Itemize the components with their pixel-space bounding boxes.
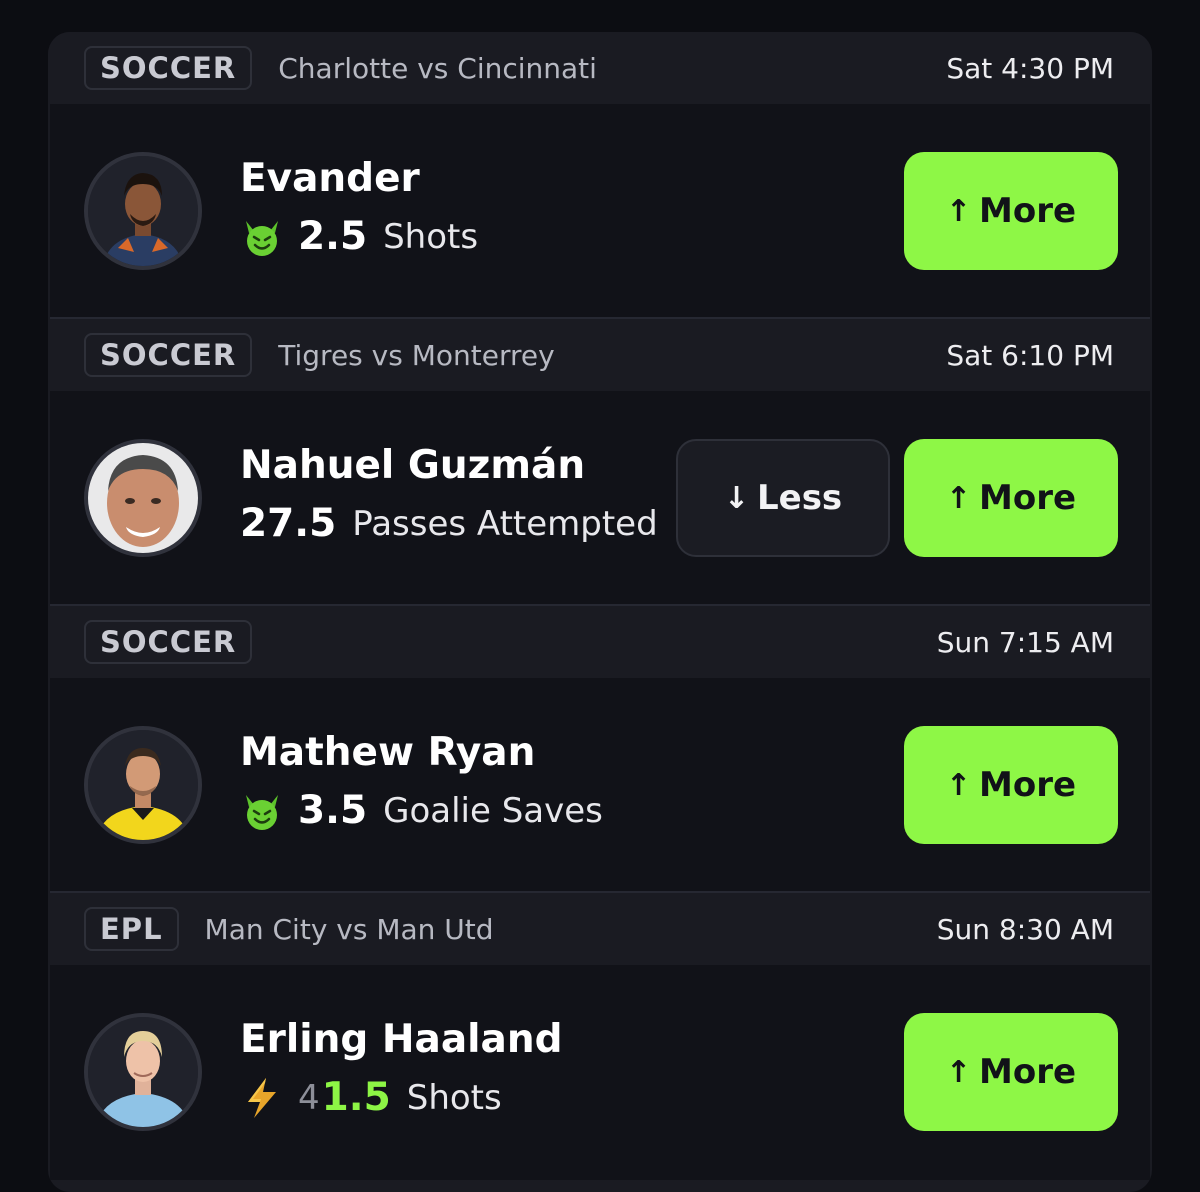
less-label: Less [756, 478, 843, 518]
projection: 4 1.5 Shots [240, 1075, 502, 1120]
card-body[interactable]: Mathew Ryan 3.5 Goalie Saves ↑ More [50, 678, 1150, 893]
player-avatar [84, 726, 202, 844]
player-name: Erling Haaland [240, 1017, 563, 1062]
more-label: More [979, 478, 1077, 518]
game-time: Sat 4:30 PM [946, 51, 1114, 85]
arrow-up-icon: ↑ [945, 480, 972, 516]
card-body[interactable]: Nahuel Guzmán 27.5 Passes Attempted ↓ Le… [50, 391, 1150, 606]
stat-type: Goalie Saves [383, 790, 603, 831]
arrow-up-icon: ↑ [945, 1054, 972, 1090]
stat-type: Passes Attempted [352, 503, 658, 544]
pick-card: SOCCER Tigres vs Monterrey Sat 6:10 PM N… [48, 319, 1152, 606]
lightning-icon [248, 1077, 276, 1118]
pick-list: SOCCER Charlotte vs Cincinnati Sat 4:30 … [48, 32, 1152, 1192]
arrow-down-icon: ↓ [723, 480, 749, 516]
player-avatar [84, 439, 202, 557]
arrow-up-icon: ↑ [945, 767, 972, 803]
pick-card: SOCCER Sun 7:15 AM Mathew Ryan 3.5 Goali… [48, 606, 1152, 893]
stat-type: Shots [383, 216, 479, 257]
more-button[interactable]: ↑ More [904, 152, 1118, 270]
stat-type: Shots [406, 1077, 502, 1118]
line-value: 2.5 [298, 214, 368, 259]
more-button[interactable]: ↑ More [904, 439, 1118, 557]
more-button[interactable]: ↑ More [904, 726, 1118, 844]
card-header: SOCCER Charlotte vs Cincinnati Sat 4:30 … [48, 32, 1152, 104]
line-value: 3.5 [298, 788, 368, 833]
line-value: 1.5 [321, 1075, 391, 1120]
league-tag: SOCCER [84, 46, 253, 90]
line-value: 27.5 [240, 501, 337, 546]
card-header: EPL Man City vs Man Utd Sun 8:30 AM [48, 893, 1152, 965]
projection: 27.5 Passes Attempted [240, 501, 658, 546]
player-avatar [84, 152, 202, 270]
matchup: Tigres vs Monterrey [278, 338, 555, 372]
league-tag: SOCCER [84, 333, 253, 377]
card-body[interactable]: Evander 2.5 Shots ↑ More [50, 104, 1150, 319]
projection: 2.5 Shots [240, 214, 478, 259]
pick-card: EPL Man City vs Man Utd Sun 8:30 AM Erli… [48, 893, 1152, 1180]
pick-card: SOCCER Charlotte vs Cincinnati Sat 4:30 … [48, 32, 1152, 319]
arrow-up-icon: ↑ [945, 193, 972, 229]
more-label: More [979, 765, 1077, 805]
player-name: Mathew Ryan [240, 730, 536, 775]
matchup: Man City vs Man Utd [204, 912, 494, 946]
league-tag: SOCCER [84, 620, 253, 664]
player-name: Evander [240, 156, 420, 201]
game-time: Sun 7:15 AM [936, 625, 1114, 659]
player-avatar [84, 1013, 202, 1131]
devil-icon [246, 220, 278, 256]
card-header: SOCCER Sun 7:15 AM [48, 606, 1152, 678]
matchup: Charlotte vs Cincinnati [278, 51, 597, 85]
previous-line-value: 4 [298, 1077, 320, 1118]
card-header: SOCCER Tigres vs Monterrey Sat 6:10 PM [48, 319, 1152, 391]
more-button[interactable]: ↑ More [904, 1013, 1118, 1131]
devil-icon [246, 794, 278, 830]
game-time: Sun 8:30 AM [936, 912, 1114, 946]
card-body[interactable]: Erling Haaland 4 1.5 Shots ↑ More [50, 965, 1150, 1180]
more-label: More [979, 1052, 1077, 1092]
less-button[interactable]: ↓ Less [676, 439, 890, 557]
projection: 3.5 Goalie Saves [240, 788, 603, 833]
player-name: Nahuel Guzmán [240, 443, 586, 488]
league-tag: EPL [84, 907, 179, 951]
game-time: Sat 6:10 PM [946, 338, 1114, 372]
more-label: More [979, 191, 1077, 231]
